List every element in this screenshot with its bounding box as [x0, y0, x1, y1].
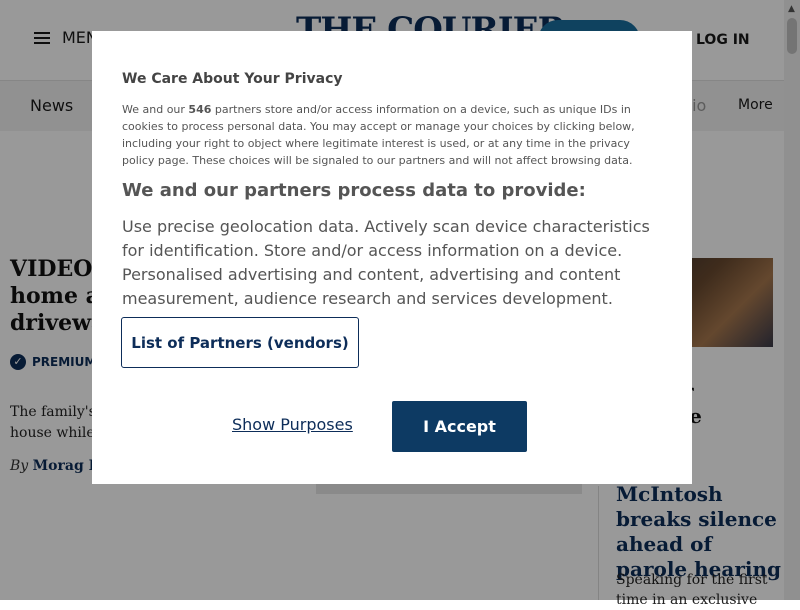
- accept-button[interactable]: I Accept: [392, 401, 527, 452]
- consent-body-prefix: We and our: [122, 103, 189, 116]
- consent-dialog: We Care About Your Privacy We and our 54…: [92, 31, 692, 484]
- consent-purposes: Use precise geolocation data. Actively s…: [122, 217, 650, 308]
- consent-title: We Care About Your Privacy: [122, 71, 343, 87]
- consent-body: We and our 546 partners store and/or acc…: [122, 101, 662, 169]
- list-of-partners-button[interactable]: List of Partners (vendors): [121, 317, 359, 368]
- consent-subtitle: We and our partners process data to prov…: [122, 180, 586, 201]
- show-purposes-link[interactable]: Show Purposes: [232, 415, 353, 434]
- partner-count: 546: [188, 103, 212, 116]
